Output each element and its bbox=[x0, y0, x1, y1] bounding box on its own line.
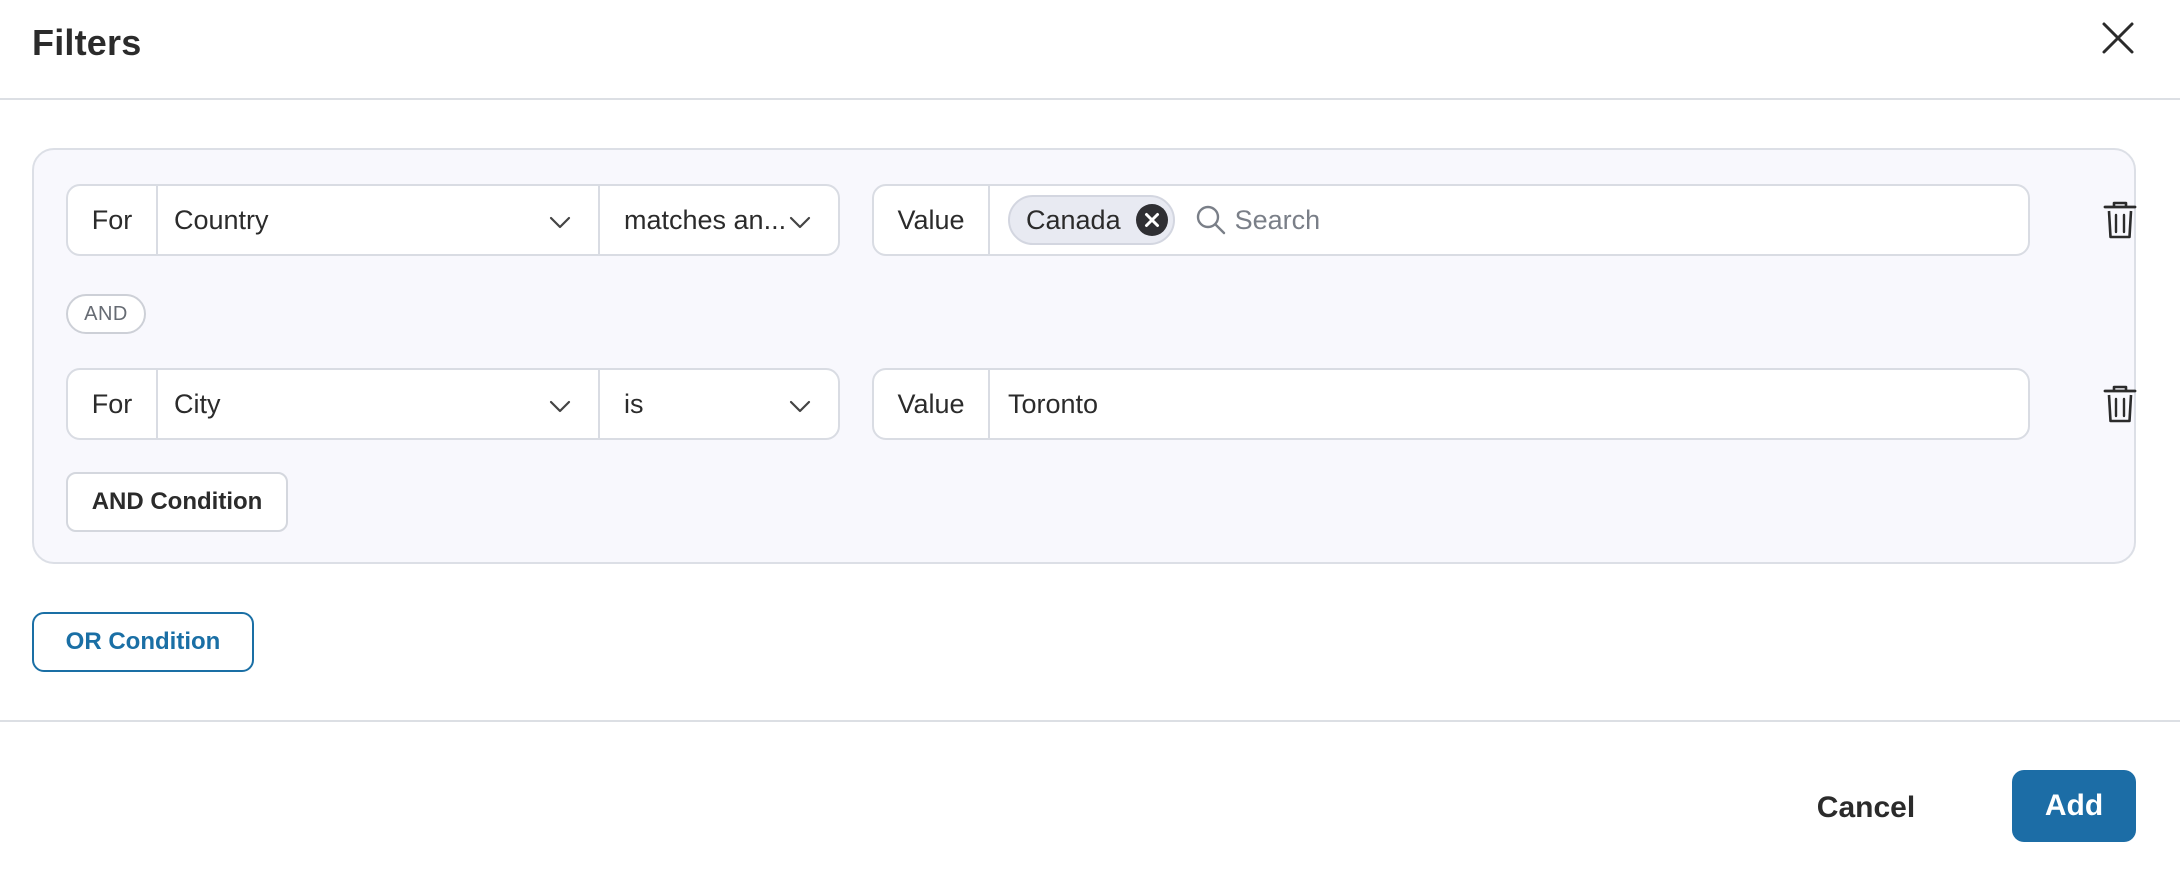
value-chip: Canada bbox=[1008, 195, 1175, 245]
value-label: Value bbox=[874, 370, 990, 438]
operator-select[interactable]: matches an... bbox=[600, 186, 838, 254]
field-select-value: Country bbox=[174, 204, 269, 235]
cancel-button[interactable]: Cancel bbox=[1796, 776, 1936, 840]
operator-select-value: matches an... bbox=[624, 204, 787, 235]
field-select[interactable]: Country bbox=[158, 186, 600, 254]
condition-selector: For Country matches an... bbox=[66, 184, 840, 256]
add-button[interactable]: Add bbox=[2012, 770, 2136, 842]
field-select-value: City bbox=[174, 388, 221, 419]
or-condition-button[interactable]: OR Condition bbox=[32, 612, 254, 672]
condition-row: For City is Value Toronto bbox=[66, 368, 2138, 440]
trash-icon[interactable] bbox=[2102, 384, 2138, 424]
value-label: Value bbox=[874, 186, 990, 254]
chevron-down-icon bbox=[789, 216, 811, 229]
and-joiner-badge: AND bbox=[66, 294, 146, 334]
and-condition-button[interactable]: AND Condition bbox=[66, 472, 288, 532]
chevron-down-icon bbox=[549, 400, 571, 413]
chevron-down-icon bbox=[549, 216, 571, 229]
value-tag-input[interactable]: Canada bbox=[990, 186, 2028, 254]
remove-chip-icon[interactable] bbox=[1135, 203, 1169, 237]
dialog-header: Filters bbox=[0, 0, 2180, 100]
operator-select-value: is bbox=[624, 388, 644, 419]
condition-group: For Country matches an... Value Canada S… bbox=[32, 148, 2138, 564]
value-input[interactable]: Toronto bbox=[990, 370, 2028, 438]
search-input[interactable] bbox=[1234, 204, 1935, 236]
trash-icon[interactable] bbox=[2102, 200, 2138, 240]
value-chip-label: Canada bbox=[1026, 204, 1121, 235]
for-label: For bbox=[68, 370, 158, 438]
field-select[interactable]: City bbox=[158, 370, 600, 438]
footer-divider bbox=[0, 720, 2180, 722]
search-icon bbox=[1196, 205, 1225, 235]
condition-row: For Country matches an... Value Canada bbox=[66, 184, 2138, 256]
dialog-title: Filters bbox=[32, 22, 142, 63]
value-box: Value Toronto bbox=[872, 368, 2030, 440]
close-icon[interactable] bbox=[2098, 18, 2138, 58]
condition-selector: For City is bbox=[66, 368, 840, 440]
operator-select[interactable]: is bbox=[600, 370, 838, 438]
for-label: For bbox=[68, 186, 158, 254]
value-box: Value Canada bbox=[872, 184, 2030, 256]
chevron-down-icon bbox=[789, 400, 811, 413]
